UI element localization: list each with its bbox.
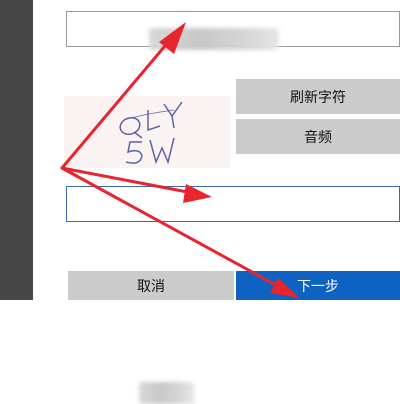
audio-button[interactable]: 音频 bbox=[236, 119, 400, 154]
captcha-char-5 bbox=[125, 141, 143, 164]
captcha-char-y bbox=[163, 101, 183, 129]
next-button[interactable]: 下一步 bbox=[236, 271, 400, 300]
captcha-noise-line bbox=[123, 109, 175, 121]
refresh-characters-label: 刷新字符 bbox=[290, 89, 346, 106]
cancel-button[interactable]: 取消 bbox=[68, 271, 234, 300]
captcha-char-w bbox=[149, 137, 175, 165]
next-label: 下一步 bbox=[297, 278, 339, 295]
captcha-char-q-tail bbox=[133, 131, 143, 139]
captcha-image bbox=[64, 96, 230, 168]
captcha-glyphs bbox=[119, 101, 183, 165]
audio-label: 音频 bbox=[304, 129, 332, 146]
cancel-label: 取消 bbox=[137, 278, 165, 295]
captcha-input[interactable] bbox=[66, 186, 400, 404]
refresh-characters-button[interactable]: 刷新字符 bbox=[236, 79, 400, 114]
blurred-input-text bbox=[139, 382, 194, 404]
left-side-panel bbox=[0, 0, 33, 300]
blurred-account-text bbox=[149, 28, 279, 50]
account-field[interactable] bbox=[66, 11, 400, 50]
